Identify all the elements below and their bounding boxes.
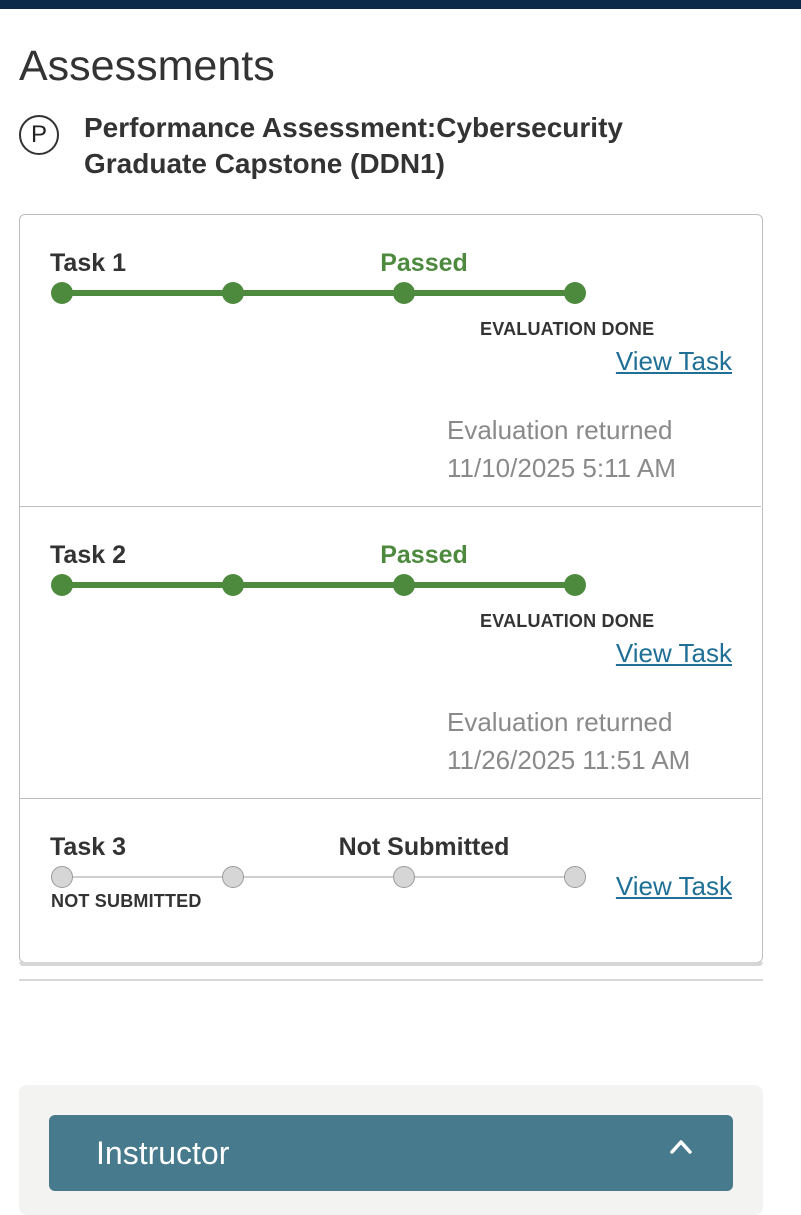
progress-line — [62, 290, 575, 296]
instructor-label: Instructor — [96, 1135, 230, 1171]
progress-step-dot — [564, 866, 586, 888]
progress-step-dot — [51, 282, 73, 304]
progress-step-dot — [51, 866, 73, 888]
page-title: Assessments — [19, 42, 275, 90]
progress-line — [62, 876, 575, 878]
task-substatus: NOT SUBMITTED — [51, 891, 202, 911]
evaluation-returned: Evaluation returned 11/10/2025 5:11 AM — [447, 411, 676, 487]
view-task-link[interactable]: View Task — [616, 638, 732, 669]
task-status: Not Submitted — [338, 833, 510, 861]
task-label: Task 3 — [50, 833, 126, 861]
evaluation-returned-date: 11/26/2025 11:51 AM — [447, 745, 691, 775]
progress-step-dot — [222, 866, 244, 888]
chevron-up-icon[interactable] — [669, 1137, 693, 1157]
task-label: Task 1 — [50, 249, 126, 277]
progress-step-dot — [393, 866, 415, 888]
progress-step-dot — [564, 282, 586, 304]
performance-assessment-icon: P — [19, 115, 59, 155]
progress-step-dot — [222, 574, 244, 596]
section-divider — [19, 979, 763, 981]
progress-step-dot — [222, 282, 244, 304]
progress-step-dot — [393, 282, 415, 304]
progress-step-dot — [51, 574, 73, 596]
view-task-link[interactable]: View Task — [616, 871, 732, 902]
task-status: Passed — [380, 249, 468, 277]
progress-step-dot — [564, 574, 586, 596]
progress-line — [62, 582, 575, 588]
task-row: Task 3 Not Submitted NOT SUBMITTED View … — [20, 798, 761, 962]
tasks-card: Task 1 Passed EVALUATION DONE View Task … — [19, 214, 763, 963]
evaluation-returned-date: 11/10/2025 5:11 AM — [447, 453, 676, 483]
task-row: Task 1 Passed EVALUATION DONE View Task … — [20, 215, 761, 506]
view-task-link[interactable]: View Task — [616, 346, 732, 377]
task-substatus: EVALUATION DONE — [480, 319, 655, 339]
evaluation-returned-label: Evaluation returned — [447, 415, 673, 445]
progress-step-dot — [393, 574, 415, 596]
instructor-accordion-header[interactable]: Instructor — [49, 1115, 733, 1191]
card-shadow — [19, 962, 763, 966]
task-row: Task 2 Passed EVALUATION DONE View Task … — [20, 506, 761, 798]
task-status: Passed — [380, 541, 468, 569]
course-title: Performance Assessment:Cybersecurity Gra… — [84, 112, 623, 180]
task-label: Task 2 — [50, 541, 126, 569]
task-substatus: EVALUATION DONE — [480, 611, 655, 631]
evaluation-returned-label: Evaluation returned — [447, 707, 673, 737]
top-header-bar — [0, 0, 801, 9]
evaluation-returned: Evaluation returned 11/26/2025 11:51 AM — [447, 703, 690, 779]
